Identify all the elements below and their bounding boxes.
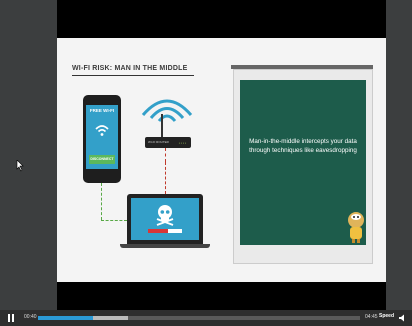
hack-progress-bar (148, 229, 182, 233)
left-letterbox (0, 0, 57, 310)
video-top-band (57, 0, 386, 38)
current-time: 00:40 (24, 314, 37, 320)
laptop-screen (131, 198, 199, 240)
video-slide[interactable]: WI-FI RISK: MAN IN THE MIDDLE FREE WI-FI… (57, 38, 386, 282)
seek-bar-played (38, 316, 93, 320)
router-label: WI-FI ROUTER (148, 140, 169, 144)
wifi-icon (95, 125, 109, 136)
router-antenna (161, 114, 163, 137)
phone-screen: FREE WI-FI DISCONNECT (86, 105, 118, 169)
router-signal-icon (141, 99, 193, 122)
slide-title: WI-FI RISK: MAN IN THE MIDDLE (72, 65, 188, 72)
laptop-base (120, 244, 210, 248)
disconnect-button: DISCONNECT (89, 155, 115, 164)
attacker-connection-line (165, 162, 166, 194)
mouse-cursor-icon (16, 160, 24, 172)
speed-button[interactable]: Speed (379, 313, 394, 319)
free-wifi-label: FREE WI-FI (89, 108, 115, 113)
total-time: 04:45 (365, 314, 378, 320)
player-controls: 00:40 04:45 Speed (0, 310, 412, 326)
pause-icon[interactable] (6, 313, 16, 323)
seek-bar-buffered (92, 316, 129, 320)
hack-progress-fill (148, 229, 169, 233)
title-underline (72, 75, 194, 76)
video-bottom-band (57, 282, 386, 310)
board-text: Man-in-the-middle intercepts your data t… (249, 138, 357, 154)
volume-icon[interactable] (399, 314, 407, 322)
phone-illustration: FREE WI-FI DISCONNECT (83, 95, 121, 183)
mascot-icon (348, 212, 364, 243)
router-leds: ▪▪▪▪ (178, 141, 187, 145)
phone-connection-line-h (101, 220, 127, 221)
router-illustration: WI-FI ROUTER ▪▪▪▪ (145, 137, 191, 148)
seek-bar[interactable] (38, 316, 360, 320)
skull-icon (156, 205, 174, 226)
right-letterbox (386, 0, 412, 310)
phone-connection-line (101, 183, 102, 220)
laptop-illustration (127, 194, 203, 244)
router-connection-line (165, 148, 166, 162)
